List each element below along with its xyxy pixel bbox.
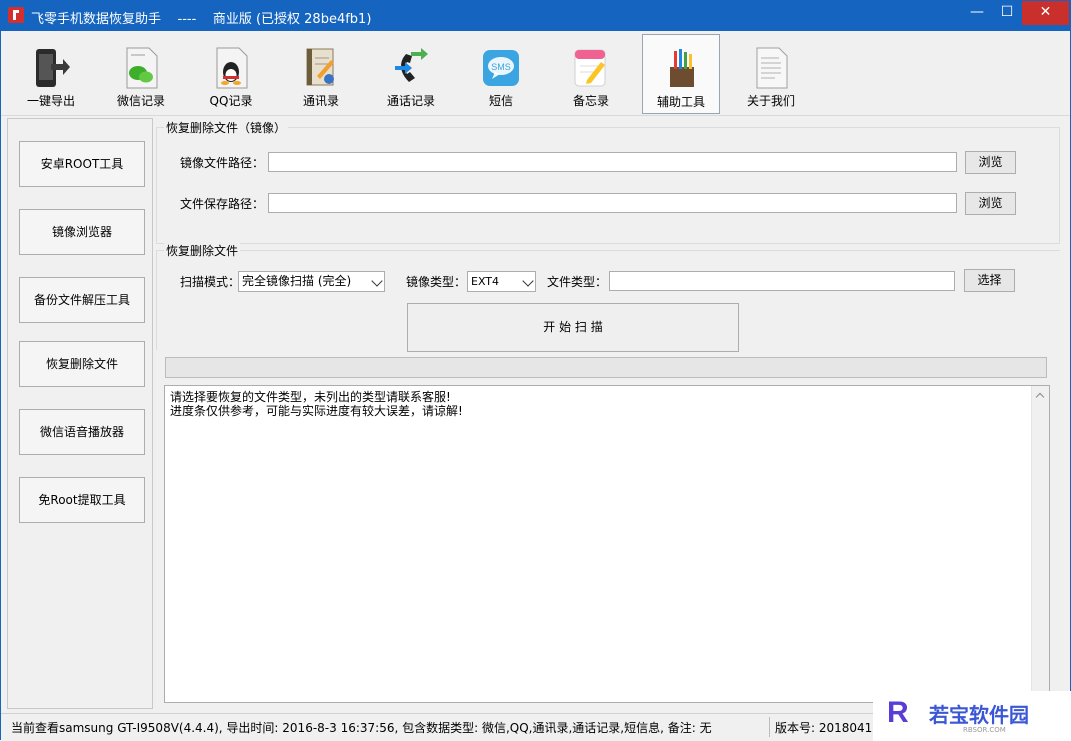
sms-icon: SMS (483, 50, 519, 86)
wechat-voice-player-button[interactable]: 微信语音播放器 (19, 409, 145, 455)
file-type-input[interactable] (609, 271, 955, 291)
maximize-button[interactable]: ☐ (992, 1, 1022, 25)
tool-label: 一键导出 (26, 94, 75, 108)
qq-doc-icon (216, 47, 248, 89)
tool-about-us[interactable]: 关于我们 (732, 34, 810, 114)
app-logo-icon (8, 7, 24, 23)
start-scan-button[interactable]: 开 始 扫 描 (407, 303, 739, 352)
log-line: 进度条仅供参考，可能与实际进度有较大误差，请谅解! (170, 404, 463, 418)
image-type-value: EXT4 (471, 275, 500, 288)
version-text: 版本号: 2018041 (775, 721, 873, 735)
image-path-label: 镜像文件路径： (180, 156, 265, 170)
tool-sms[interactable]: SMS 短信 (462, 34, 540, 114)
backup-extract-tool-button[interactable]: 备份文件解压工具 (19, 277, 145, 323)
image-type-label: 镜像类型： (406, 275, 467, 289)
mirror-recover-group (156, 127, 1060, 244)
wechat-doc-icon (126, 47, 158, 89)
browse-save-button[interactable]: 浏览 (965, 192, 1016, 215)
tool-label: 短信 (488, 94, 513, 108)
svg-text:SMS: SMS (491, 62, 511, 72)
tool-contacts[interactable]: 通讯录 (282, 34, 360, 114)
scan-mode-select[interactable]: 完全镜像扫描 (完全) (238, 271, 385, 292)
recover-deleted-files-button[interactable]: 恢复删除文件 (19, 341, 145, 387)
contacts-icon (306, 48, 334, 86)
watermark-subtext: RBSOR.COM (963, 726, 1006, 734)
image-type-select[interactable]: EXT4 (467, 271, 536, 292)
scan-mode-value: 完全镜像扫描 (完全) (242, 274, 352, 288)
title-bar: 飞零手机数据恢复助手 ---- 商业版 (已授权 28be4fb1) — ☐ ✕ (1, 1, 1070, 31)
tool-auxiliary-tools[interactable]: 辅助工具 (642, 34, 720, 114)
close-button[interactable]: ✕ (1022, 1, 1069, 25)
tool-memo[interactable]: 备忘录 (552, 34, 630, 114)
tool-qq-records[interactable]: QQ记录 (192, 34, 270, 114)
scan-progress-bar (165, 357, 1047, 378)
tool-label: 关于我们 (746, 94, 795, 108)
window-title: 飞零手机数据恢复助手 ---- 商业版 (已授权 28be4fb1) (31, 12, 372, 27)
select-file-type-button[interactable]: 选择 (964, 269, 1015, 292)
minimize-button[interactable]: — (962, 1, 992, 25)
log-output[interactable]: 请选择要恢复的文件类型，未列出的类型请联系客服! 进度条仅供参考，可能与实际进度… (164, 385, 1050, 703)
chevron-down-icon (371, 275, 383, 287)
status-divider (769, 717, 770, 737)
image-path-input[interactable] (268, 152, 957, 172)
browse-image-button[interactable]: 浏览 (965, 151, 1016, 174)
tool-label: 备忘录 (572, 94, 609, 108)
content-panel: 恢复删除文件（镜像） 镜像文件路径： 浏览 文件保存路径： 浏览 恢复删除文件 … (156, 118, 1060, 709)
watermark-text: 若宝软件园 (929, 703, 1029, 727)
device-info-text: 当前查看samsung GT-I9508V(4.4.4), 导出时间: 2016… (11, 721, 712, 735)
tool-label: QQ记录 (209, 94, 253, 108)
group-title: 恢复删除文件（镜像） (164, 119, 289, 136)
phone-export-icon (36, 49, 70, 87)
image-browser-button[interactable]: 镜像浏览器 (19, 209, 145, 255)
tool-label: 微信记录 (116, 94, 165, 108)
chevron-down-icon (522, 275, 534, 287)
save-path-label: 文件保存路径： (180, 197, 265, 211)
watermark-logo: R (887, 696, 909, 729)
tools-icon (670, 49, 694, 87)
android-root-tool-button[interactable]: 安卓ROOT工具 (19, 141, 145, 187)
tool-wechat-records[interactable]: 微信记录 (102, 34, 180, 114)
tool-label: 辅助工具 (656, 95, 705, 109)
scan-mode-label: 扫描模式： (180, 275, 241, 289)
tool-call-log[interactable]: 通话记录 (372, 34, 450, 114)
file-type-label: 文件类型： (547, 275, 608, 289)
log-scrollbar[interactable] (1031, 386, 1049, 702)
chevron-up-icon (1035, 392, 1045, 402)
main-window: 飞零手机数据恢复助手 ---- 商业版 (已授权 28be4fb1) — ☐ ✕… (0, 0, 1071, 741)
call-log-icon (395, 48, 428, 82)
watermark: R 若宝软件园 RBSOR.COM (873, 691, 1071, 741)
about-doc-icon (756, 47, 788, 89)
main-toolbar: 一键导出 微信记录 QQ记录 通讯录 通话记录 SMS 短信 备忘录 辅助工具 … (1, 31, 1070, 116)
save-path-input[interactable] (268, 193, 957, 213)
sidebar: 安卓ROOT工具 镜像浏览器 备份文件解压工具 恢复删除文件 微信语音播放器 免… (7, 118, 153, 709)
memo-icon (574, 49, 606, 87)
no-root-extract-tool-button[interactable]: 免Root提取工具 (19, 477, 145, 523)
tool-one-click-export[interactable]: 一键导出 (12, 34, 90, 114)
tool-label: 通话记录 (386, 94, 435, 108)
tool-label: 通讯录 (302, 94, 339, 108)
group-title: 恢复删除文件 (164, 242, 241, 259)
